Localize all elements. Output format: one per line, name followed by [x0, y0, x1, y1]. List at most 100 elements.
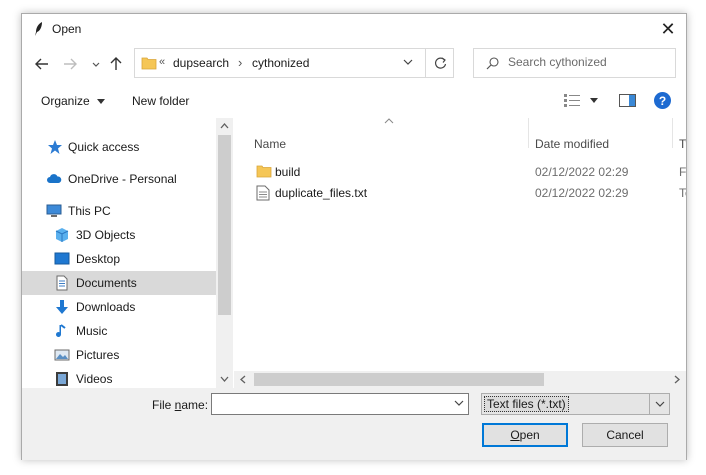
command-bar: Organize New folder ?: [22, 84, 686, 118]
search-box[interactable]: [473, 48, 676, 78]
computer-icon: [46, 204, 62, 217]
close-button[interactable]: ✕: [650, 14, 686, 44]
arrow-right-icon: [64, 58, 77, 70]
column-divider[interactable]: [672, 118, 673, 148]
cloud-icon: [47, 174, 62, 183]
cancel-button[interactable]: Cancel: [582, 423, 668, 447]
file-type-dropdown-button[interactable]: [649, 394, 669, 414]
nav-item-documents[interactable]: Documents: [22, 271, 216, 295]
caret-down-icon[interactable]: [590, 98, 598, 103]
address-bar[interactable]: « dupsearch › cythonized: [134, 48, 454, 78]
address-overflow-icon[interactable]: «: [159, 56, 165, 68]
preview-pane-icon[interactable]: [619, 94, 636, 107]
arrow-up-icon: [110, 57, 122, 70]
column-header-name[interactable]: Name: [254, 137, 286, 151]
file-row-duplicate-files[interactable]: duplicate_files.txt 02/12/2022 02:29 Te: [234, 182, 686, 204]
file-name-label-part: File: [152, 398, 175, 412]
file-name-label: File name:: [152, 398, 208, 412]
recent-locations-button[interactable]: [86, 54, 106, 74]
file-name: duplicate_files.txt: [275, 186, 368, 200]
chevron-down-icon[interactable]: [403, 57, 413, 67]
search-input[interactable]: [508, 55, 668, 69]
nav-item-label: Documents: [76, 276, 137, 290]
nav-item-label: Music: [76, 324, 108, 338]
nav-item-videos[interactable]: Videos: [22, 367, 216, 388]
file-date: 02/12/2022 02:29: [535, 186, 629, 200]
back-button[interactable]: [32, 54, 52, 74]
desktop-icon: [54, 252, 70, 265]
download-icon: [56, 300, 68, 314]
breadcrumb-dupsearch[interactable]: dupsearch: [173, 56, 229, 70]
file-name-input[interactable]: [215, 396, 445, 410]
nav-item-label: Desktop: [76, 252, 121, 266]
open-label: pen: [519, 428, 540, 442]
video-icon: [56, 372, 68, 386]
feather-app-icon: [35, 22, 42, 36]
nav-item-pictures[interactable]: Pictures: [22, 343, 216, 367]
scrollbar-thumb[interactable]: [254, 373, 544, 386]
column-header-date-modified[interactable]: Date modified: [535, 137, 609, 151]
nav-item-label: Quick access: [68, 140, 140, 154]
picture-icon: [54, 349, 70, 361]
file-list-scrollbar[interactable]: [234, 371, 686, 388]
forward-button[interactable]: [60, 54, 80, 74]
file-type-value: Text files (*.txt): [484, 396, 569, 412]
view-options-icon[interactable]: [564, 94, 580, 107]
file-date: 02/12/2022 02:29: [535, 165, 629, 179]
file-name: build: [275, 165, 301, 179]
breadcrumb-separator-icon[interactable]: ›: [238, 55, 242, 70]
navigation-pane: Quick access OneDrive - Personal This PC…: [22, 118, 216, 388]
scrollbar-thumb[interactable]: [218, 135, 231, 315]
file-list: Name Date modified Ty build 02/12/2022 0…: [234, 118, 686, 388]
document-icon: [56, 275, 68, 291]
cube-icon: [55, 228, 69, 242]
chevron-down-icon: [92, 62, 100, 67]
chevron-down-icon: [655, 401, 664, 407]
help-icon[interactable]: ?: [654, 92, 671, 109]
star-icon: [48, 140, 62, 154]
arrow-left-icon: [35, 58, 48, 70]
nav-item-desktop[interactable]: Desktop: [22, 247, 216, 271]
folder-icon: [256, 165, 272, 178]
nav-item-3d-objects[interactable]: 3D Objects: [22, 223, 216, 247]
nav-item-quick-access[interactable]: Quick access: [22, 135, 216, 159]
file-type-select[interactable]: Text files (*.txt): [481, 393, 670, 415]
sort-ascending-icon: [384, 118, 394, 124]
nav-item-label: Pictures: [76, 348, 120, 362]
file-row-build[interactable]: build 02/12/2022 02:29 Fi: [234, 161, 686, 183]
nav-pane-scrollbar[interactable]: [216, 118, 233, 388]
organize-button[interactable]: Organize: [41, 94, 106, 108]
nav-item-downloads[interactable]: Downloads: [22, 295, 216, 319]
open-button[interactable]: Open: [482, 423, 568, 447]
nav-item-onedrive[interactable]: OneDrive - Personal: [22, 167, 216, 191]
text-file-icon: [256, 185, 270, 201]
search-icon: [486, 57, 499, 70]
open-label-accesskey: O: [510, 428, 520, 442]
window-title: Open: [52, 22, 82, 36]
column-header-type[interactable]: Ty: [679, 137, 686, 151]
nav-item-label: OneDrive - Personal: [68, 172, 177, 186]
nav-item-this-pc[interactable]: This PC: [22, 199, 216, 223]
scroll-left-icon[interactable]: [240, 375, 246, 384]
scroll-right-icon[interactable]: [674, 375, 680, 384]
caret-down-icon: [97, 99, 106, 105]
up-button[interactable]: [106, 54, 126, 74]
scroll-down-icon[interactable]: [220, 376, 229, 382]
file-type: Fi: [679, 165, 686, 179]
nav-item-label: This PC: [68, 204, 111, 218]
music-icon: [56, 324, 66, 337]
column-divider[interactable]: [528, 118, 529, 148]
file-name-combobox[interactable]: [211, 393, 469, 415]
close-icon: ✕: [660, 18, 676, 39]
refresh-icon: [434, 57, 447, 69]
nav-item-label: Videos: [76, 372, 113, 386]
dialog-footer: File name: Text files (*.txt) Open Cance…: [22, 388, 686, 460]
file-name-label-part: ame:: [181, 398, 209, 412]
breadcrumb-cythonized[interactable]: cythonized: [252, 56, 309, 70]
refresh-button[interactable]: [425, 49, 455, 77]
chevron-down-icon[interactable]: [454, 398, 464, 408]
new-folder-button[interactable]: New folder: [132, 94, 189, 108]
scroll-up-icon[interactable]: [220, 123, 229, 129]
browser-area: Quick access OneDrive - Personal This PC…: [22, 118, 686, 388]
nav-item-music[interactable]: Music: [22, 319, 216, 343]
